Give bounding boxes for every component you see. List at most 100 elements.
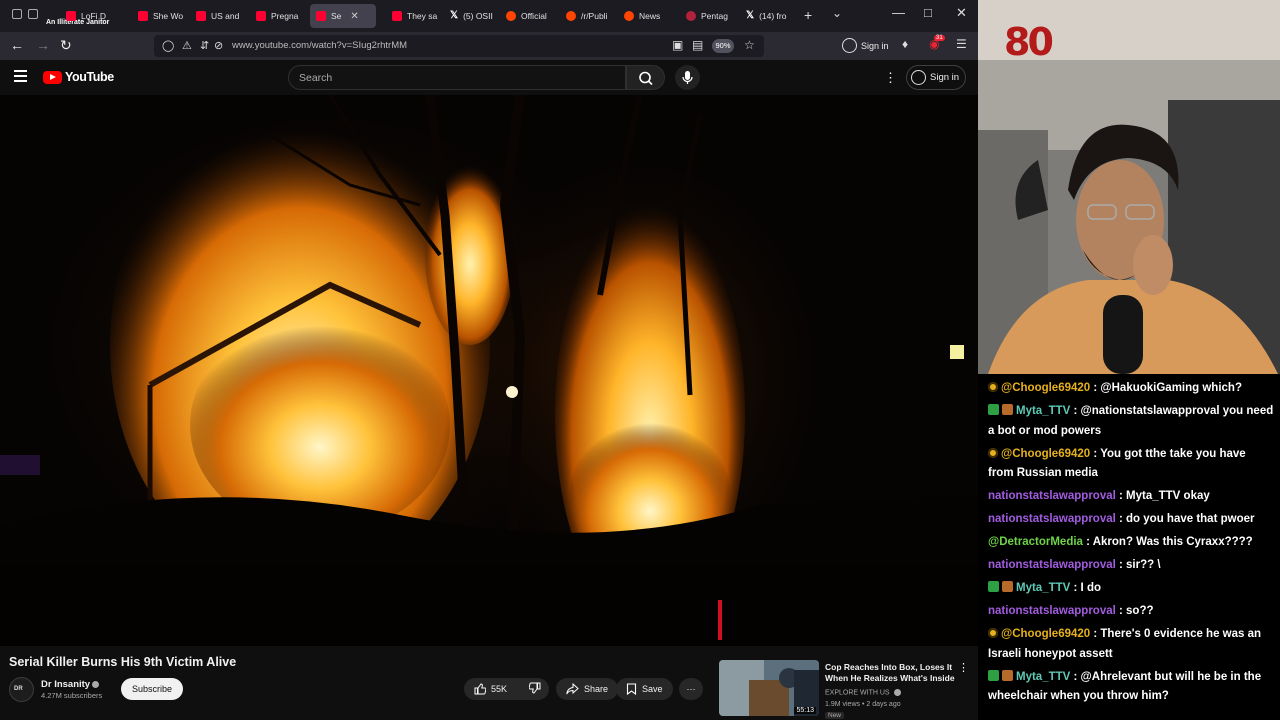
- new-tab-icon[interactable]: +: [804, 7, 812, 23]
- pentagon-favicon-icon: [686, 11, 696, 21]
- youtube-logo-text: YouTube: [65, 70, 114, 84]
- chat-username[interactable]: @Choogle69420: [1001, 382, 1090, 394]
- zoom-level[interactable]: 90%: [712, 39, 734, 53]
- recommended-channel[interactable]: EXPLORE WITH US: [825, 689, 890, 696]
- chat-message: nationstatslawapproval : so??: [988, 602, 1274, 622]
- dislike-button[interactable]: [528, 682, 541, 696]
- tab-label: Official: [521, 11, 547, 21]
- close-window-icon[interactable]: ✕: [956, 5, 967, 21]
- settings-more-icon[interactable]: ⋮: [884, 70, 897, 86]
- sidebar-icon[interactable]: [28, 9, 38, 19]
- avatar-text: DR: [14, 686, 23, 692]
- tab-label: Se: [331, 11, 342, 21]
- stream-logo-area: 80: [978, 0, 1280, 60]
- check-badge-icon: [988, 669, 999, 681]
- chat-username[interactable]: nationstatslawapproval: [988, 513, 1116, 525]
- extensions-icon[interactable]: ♦: [902, 37, 908, 51]
- recommendation-menu-icon[interactable]: ⋮: [958, 661, 969, 674]
- search-input[interactable]: [299, 72, 599, 84]
- subscribe-button[interactable]: Subscribe: [121, 678, 183, 700]
- url-text[interactable]: www.youtube.com/watch?v=SIug2rhtrMM: [232, 40, 407, 51]
- chat-message: Myta_TTV : @nationstatslawapproval you n…: [988, 402, 1274, 441]
- chat-message: @Choogle69420 : You got tthe take you ha…: [988, 445, 1274, 484]
- maximize-icon[interactable]: □: [924, 5, 932, 20]
- chat-username[interactable]: @Choogle69420: [1001, 448, 1090, 460]
- permissions-icon[interactable]: ⇵: [200, 39, 209, 52]
- browser-tab[interactable]: Pentag: [680, 4, 740, 28]
- chat-username[interactable]: nationstatslawapproval: [988, 605, 1116, 617]
- youtube-logo[interactable]: YouTube: [43, 70, 114, 84]
- youtube-favicon-icon: [196, 11, 206, 21]
- tab-label: (5) OSII: [463, 11, 493, 21]
- thumbs-up-icon: [474, 683, 486, 695]
- lock-icon[interactable]: ⚠: [182, 39, 192, 52]
- stream-overlay-panel: 80 @Choogle69420 : @HakuokiGaming which?…: [978, 0, 1280, 720]
- browser-tab[interactable]: They sa: [386, 4, 444, 28]
- share-button[interactable]: Share: [556, 678, 619, 700]
- chat-username[interactable]: nationstatslawapproval: [988, 490, 1116, 502]
- chat-username[interactable]: nationstatslawapproval: [988, 559, 1116, 571]
- recommended-channel-row[interactable]: EXPLORE WITH US: [825, 689, 901, 696]
- user-icon: [911, 70, 926, 85]
- browser-tab[interactable]: She Wo: [132, 4, 192, 28]
- browser-tab[interactable]: LoFi D: [60, 4, 120, 28]
- youtube-favicon-icon: [316, 11, 326, 21]
- chat-username[interactable]: @Choogle69420: [1001, 628, 1090, 640]
- chat-username[interactable]: @DetractorMedia: [988, 536, 1083, 548]
- chat-username[interactable]: Myta_TTV: [1016, 671, 1070, 683]
- like-dislike-group: 55K: [464, 678, 549, 700]
- chat-message: nationstatslawapproval : do you have tha…: [988, 510, 1274, 530]
- account-signin-button[interactable]: Sign in: [842, 38, 889, 53]
- search-button[interactable]: [626, 65, 665, 90]
- picture-icon[interactable]: ▣: [672, 38, 683, 52]
- like-button[interactable]: 55K: [474, 683, 507, 695]
- video-frame-fire-scene: [0, 95, 978, 646]
- voice-search-button[interactable]: [675, 65, 700, 90]
- chat-text: : so??: [1115, 605, 1154, 617]
- shield-icon[interactable]: ◯: [162, 39, 174, 52]
- recommended-video-thumbnail[interactable]: 55:13: [719, 660, 819, 716]
- close-tab-icon[interactable]: ✕: [350, 11, 358, 22]
- check-badge-icon: [988, 404, 999, 415]
- youtube-signin-button[interactable]: Sign in: [906, 65, 966, 90]
- reddit-favicon-icon: [506, 11, 516, 21]
- search-box[interactable]: [288, 65, 626, 90]
- browser-tab[interactable]: News: [618, 4, 674, 28]
- forward-icon[interactable]: →: [36, 37, 50, 53]
- app-menu-icon[interactable]: ☰: [956, 37, 967, 51]
- sword-badge-icon: [1002, 669, 1013, 681]
- chat-text: : Myta_TTV okay: [1115, 490, 1210, 502]
- browser-tab[interactable]: /r/Publi: [560, 4, 620, 28]
- reader-view-icon[interactable]: ▤: [692, 38, 703, 52]
- browser-tab[interactable]: Se ✕: [310, 4, 376, 28]
- reload-icon[interactable]: ↻: [60, 37, 72, 54]
- browser-tab[interactable]: 𝕏 (14) fro: [740, 4, 800, 28]
- recommended-video-title[interactable]: Cop Reaches Into Box, Loses It When He R…: [825, 662, 955, 684]
- chat-username[interactable]: Myta_TTV: [1016, 405, 1070, 417]
- verified-icon: [92, 680, 100, 688]
- address-bar[interactable]: ◯ ⚠ ⇵ ⊘ www.youtube.com/watch?v=SIug2rht…: [154, 35, 764, 57]
- youtube-favicon-icon: [256, 11, 266, 21]
- minimize-icon[interactable]: —: [892, 5, 905, 20]
- browser-tab[interactable]: Pregna: [250, 4, 308, 28]
- list-all-tabs-icon[interactable]: ⌄: [832, 6, 842, 20]
- channel-name-row[interactable]: Dr Insanity: [41, 679, 100, 690]
- tab-groups-icon[interactable]: [12, 9, 22, 19]
- browser-tab[interactable]: US and: [190, 4, 250, 28]
- channel-avatar[interactable]: DR: [9, 677, 34, 702]
- video-player[interactable]: [0, 95, 978, 646]
- chat-username[interactable]: Myta_TTV: [1016, 582, 1070, 594]
- guide-menu-icon[interactable]: [14, 70, 27, 85]
- tab-label: She Wo: [153, 11, 184, 21]
- tab-label: (14) fro: [759, 11, 787, 21]
- back-icon[interactable]: ←: [10, 37, 24, 53]
- autoplay-blocked-icon[interactable]: ⊘: [214, 39, 223, 52]
- browser-tab[interactable]: Official: [500, 4, 560, 28]
- save-button[interactable]: Save: [616, 678, 673, 700]
- more-actions-button[interactable]: ⋯: [679, 678, 703, 700]
- chat-message: @Choogle69420 : There's 0 evidence he wa…: [988, 625, 1274, 664]
- bookmark-star-icon[interactable]: ☆: [744, 38, 755, 52]
- subscriber-count: 4.27M subscribers: [41, 691, 103, 700]
- browser-tab[interactable]: 𝕏 (5) OSII: [444, 4, 502, 28]
- channel-name[interactable]: Dr Insanity: [41, 679, 90, 690]
